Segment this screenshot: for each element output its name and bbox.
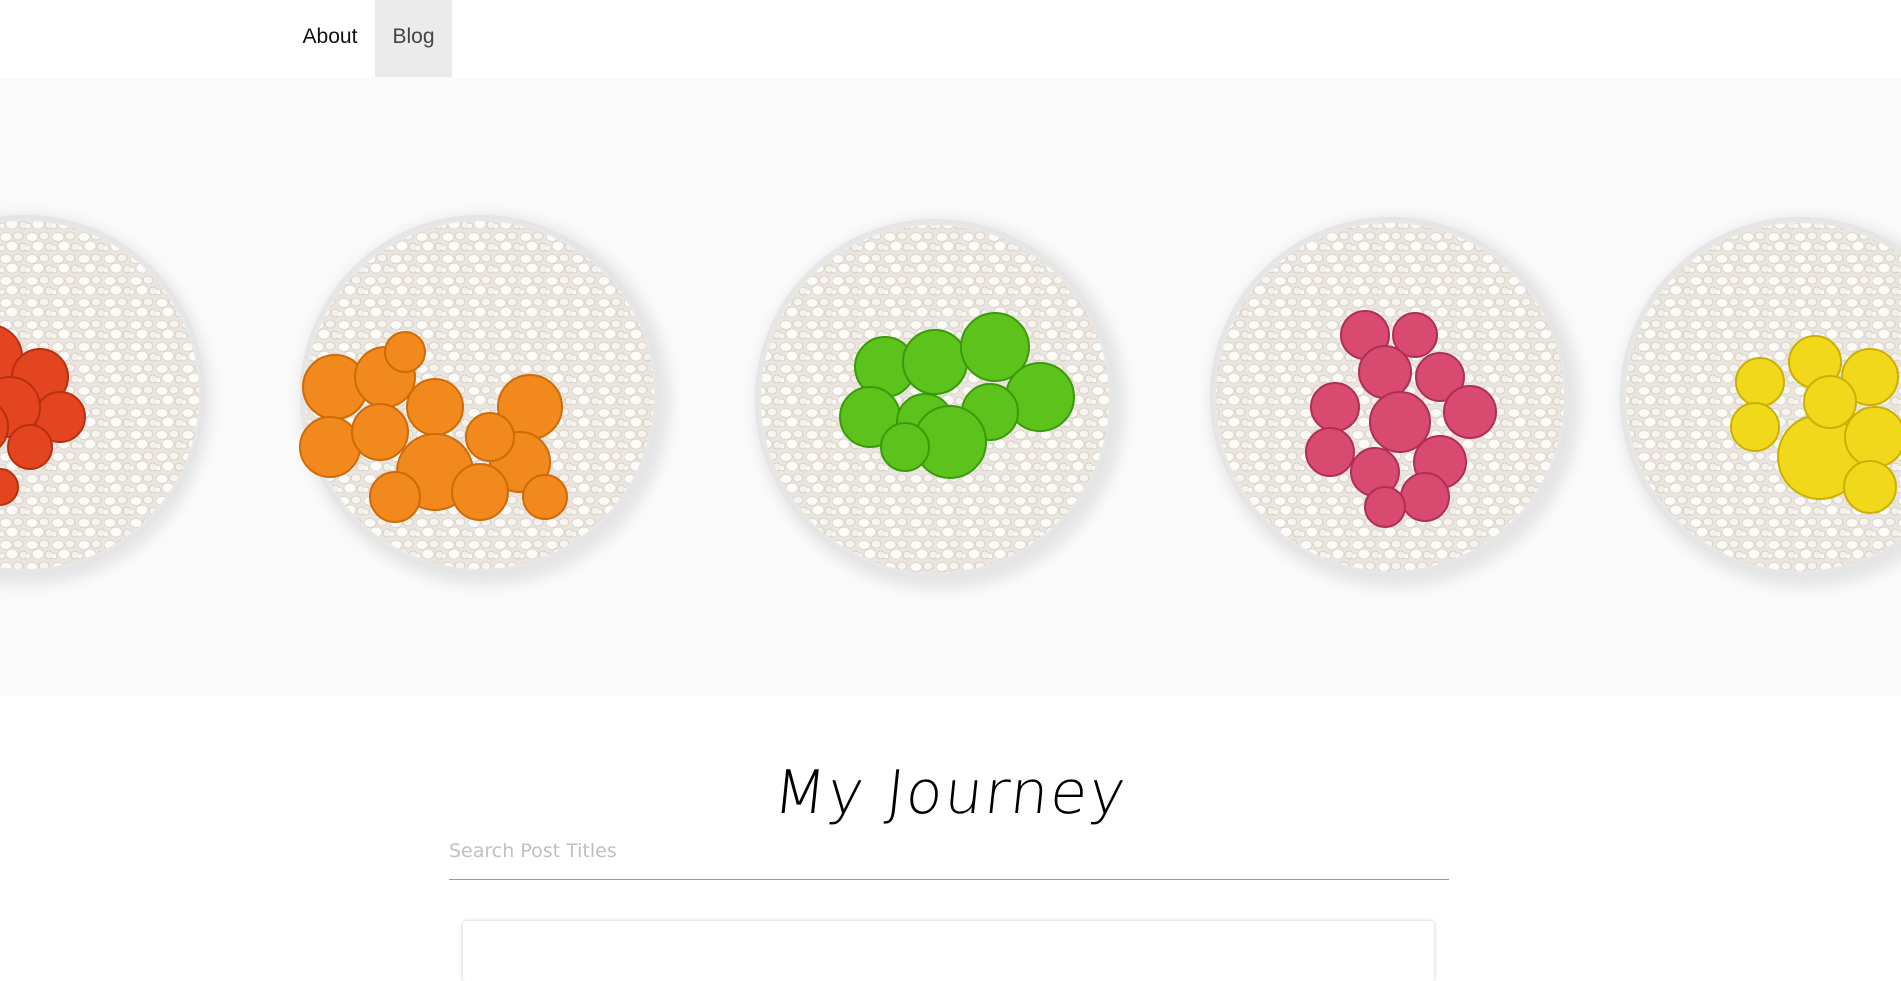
post-card[interactable] xyxy=(463,921,1434,981)
pot-orange-cactus xyxy=(299,214,671,586)
pot-green-cactus xyxy=(754,218,1126,590)
hero-banner-image xyxy=(0,77,1901,696)
nav-link-blog[interactable]: Blog xyxy=(375,0,452,77)
nav-link-about[interactable]: About xyxy=(285,0,375,77)
search-posts-input[interactable] xyxy=(449,832,1449,870)
top-navigation: About Blog xyxy=(0,0,1901,77)
pot-pink-cactus xyxy=(1209,216,1581,588)
page-title: My Journey xyxy=(770,758,1131,829)
search-field-wrapper xyxy=(449,832,1449,880)
